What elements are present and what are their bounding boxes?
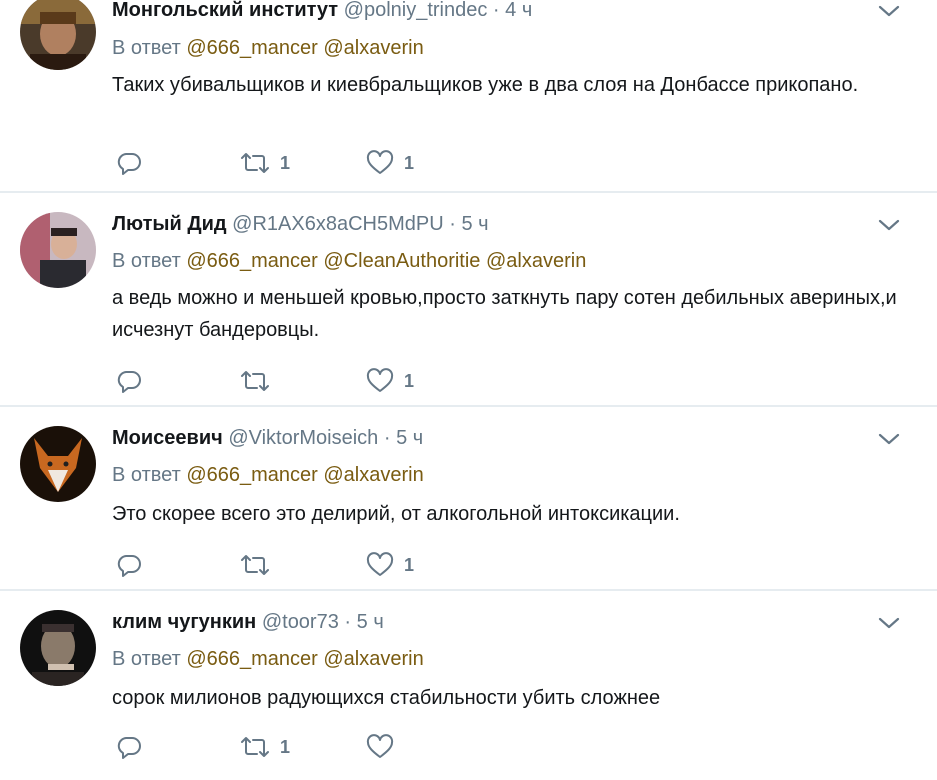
like-count: 1 [404, 370, 415, 391]
mention-link[interactable]: @alxaverin [323, 37, 423, 59]
retweet-button[interactable]: 1 [240, 148, 290, 178]
like-button[interactable] [366, 732, 404, 762]
retweet-icon [240, 552, 270, 578]
retweet-count: 1 [280, 152, 291, 173]
retweet-count: 1 [280, 736, 291, 757]
like-icon [366, 552, 394, 578]
tweet-text: сорок милионов радующихся стабильности у… [112, 687, 661, 709]
chevron-down-icon[interactable] [876, 212, 902, 238]
reply-context: В ответ @666_mancer @alxaverin [112, 463, 424, 487]
tweet[interactable]: клим чугункин @toor73 · 5 ч В ответ @666… [0, 590, 937, 780]
reply-context: В ответ @666_mancer @CleanAuthoritie @al… [112, 249, 586, 273]
mention-link[interactable]: @alxaverin [323, 648, 423, 670]
author-handle[interactable]: @R1AX6x8aCH5MdPU [232, 213, 444, 235]
tweet-text: а ведь можно и меньшей кровью,просто зат… [112, 287, 897, 341]
like-count: 1 [404, 554, 415, 575]
reply-context: В ответ @666_mancer @alxaverin [112, 36, 424, 60]
separator-dot: · [492, 0, 500, 21]
retweet-button[interactable]: 1 [240, 732, 290, 762]
reply-prefix: В ответ [112, 250, 181, 272]
retweet-button[interactable] [240, 366, 280, 396]
author-name[interactable]: Монгольский институт [112, 0, 338, 21]
reply-icon [116, 552, 142, 578]
reply-icon [116, 150, 142, 176]
like-count: 1 [404, 152, 415, 173]
tweet-text: Таких убивальщиков и киевбральщиков уже … [112, 74, 859, 96]
mention-link[interactable]: @666_mancer [186, 464, 317, 486]
mention-link[interactable]: @666_mancer [186, 648, 317, 670]
author-handle[interactable]: @toor73 [262, 611, 339, 633]
reply-prefix: В ответ [112, 37, 181, 59]
chevron-down-icon[interactable] [876, 610, 902, 636]
author-name[interactable]: клим чугункин [112, 611, 256, 633]
tweet-header: Монгольский институт @polniy_trindec · 4… [112, 0, 532, 22]
mention-link[interactable]: @CleanAuthoritie [323, 250, 480, 272]
author-handle[interactable]: @ViktorMoiseich [228, 427, 378, 449]
reply-icon [116, 734, 142, 760]
retweet-icon [240, 368, 270, 394]
reply-icon [116, 368, 142, 394]
avatar[interactable] [20, 610, 96, 686]
mention-link[interactable]: @alxaverin [486, 250, 586, 272]
avatar[interactable] [20, 0, 96, 70]
tweet-header: Моисеевич @ViktorMoiseich · 5 ч [112, 426, 423, 450]
timestamp[interactable]: 5 ч [396, 427, 423, 449]
timestamp[interactable]: 5 ч [461, 213, 488, 235]
author-name[interactable]: Лютый Дид [112, 213, 227, 235]
separator-dot: · [449, 213, 456, 235]
chevron-down-icon[interactable] [876, 426, 902, 452]
like-icon [366, 368, 394, 394]
separator-dot: · [383, 427, 391, 449]
tweet-text: Это скорее всего это делирий, от алкогол… [112, 503, 680, 525]
author-name[interactable]: Моисеевич [112, 427, 223, 449]
avatar[interactable] [20, 426, 96, 502]
retweet-icon [240, 734, 270, 760]
tweet-header: Лютый Дид @R1AX6x8aCH5MdPU · 5 ч [112, 212, 489, 236]
mention-link[interactable]: @666_mancer [186, 37, 317, 59]
like-icon [366, 734, 394, 760]
mention-link[interactable]: @666_mancer [186, 250, 317, 272]
reply-button[interactable] [116, 366, 142, 396]
tweet[interactable]: Моисеевич @ViktorMoiseich · 5 ч В ответ … [0, 406, 937, 590]
reply-button[interactable] [116, 550, 142, 580]
reply-button[interactable] [116, 148, 142, 178]
reply-prefix: В ответ [112, 464, 181, 486]
reply-button[interactable] [116, 732, 142, 762]
like-button[interactable]: 1 [366, 550, 414, 580]
retweet-icon [240, 150, 270, 176]
tweet[interactable]: Лютый Дид @R1AX6x8aCH5MdPU · 5 ч В ответ… [0, 192, 937, 406]
separator-dot: · [344, 611, 352, 633]
tweet[interactable]: Монгольский институт @polniy_trindec · 4… [0, 0, 937, 192]
reply-prefix: В ответ [112, 648, 181, 670]
mention-link[interactable]: @alxaverin [323, 464, 423, 486]
timestamp[interactable]: 5 ч [357, 611, 384, 633]
author-handle[interactable]: @polniy_trindec [344, 0, 488, 21]
like-button[interactable]: 1 [366, 148, 414, 178]
like-button[interactable]: 1 [366, 366, 414, 396]
reply-context: В ответ @666_mancer @alxaverin [112, 647, 424, 671]
like-icon [366, 150, 394, 176]
avatar[interactable] [20, 212, 96, 288]
chevron-down-icon[interactable] [876, 0, 902, 24]
timestamp[interactable]: 4 ч [505, 0, 532, 21]
tweet-header: клим чугункин @toor73 · 5 ч [112, 610, 384, 634]
retweet-button[interactable] [240, 550, 280, 580]
